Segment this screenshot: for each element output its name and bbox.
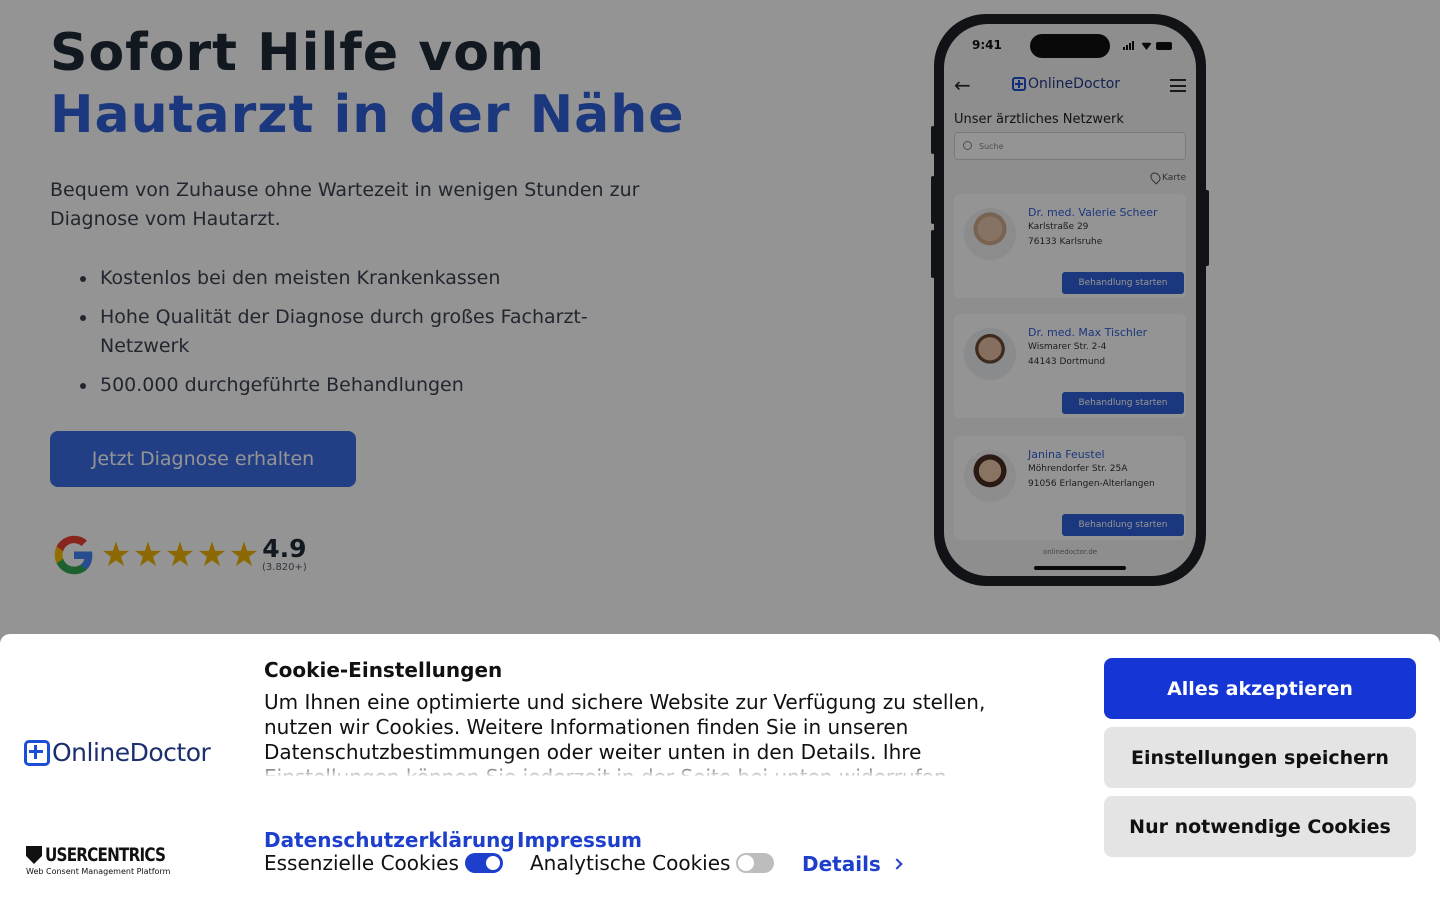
analytics-cookies-toggle-row: Analytische Cookies bbox=[530, 851, 775, 875]
essential-cookies-toggle[interactable] bbox=[464, 853, 503, 873]
privacy-policy-link[interactable]: Datenschutzerklärung bbox=[264, 828, 515, 852]
necessary-only-button[interactable]: Nur notwendige Cookies bbox=[1104, 796, 1416, 857]
analytics-cookies-toggle[interactable] bbox=[736, 853, 775, 873]
save-settings-button[interactable]: Einstellungen speichern bbox=[1104, 727, 1416, 788]
chevron-right-icon bbox=[891, 858, 903, 870]
usercentrics-shield-icon bbox=[26, 846, 42, 864]
accept-all-button[interactable]: Alles akzeptieren bbox=[1104, 658, 1416, 719]
cmp-tagline: Web Consent Management Platform bbox=[26, 867, 171, 876]
cookie-title: Cookie-Einstellungen bbox=[264, 658, 503, 682]
details-link[interactable]: Details bbox=[802, 852, 903, 876]
imprint-link[interactable]: Impressum bbox=[517, 828, 642, 852]
medical-plus-icon bbox=[24, 739, 50, 766]
brand-name: OnlineDoctor bbox=[52, 738, 211, 767]
analytics-cookies-label: Analytische Cookies bbox=[530, 851, 731, 875]
text-fade bbox=[264, 760, 1024, 778]
cmp-name: USERCENTRICS bbox=[45, 844, 166, 866]
usercentrics-logo: USERCENTRICS Web Consent Management Plat… bbox=[26, 844, 195, 876]
onlinedoctor-logo: OnlineDoctor bbox=[24, 738, 211, 767]
essential-cookies-toggle-row: Essenzielle Cookies bbox=[264, 851, 503, 875]
essential-cookies-label: Essenzielle Cookies bbox=[264, 851, 459, 875]
details-label: Details bbox=[802, 852, 881, 876]
